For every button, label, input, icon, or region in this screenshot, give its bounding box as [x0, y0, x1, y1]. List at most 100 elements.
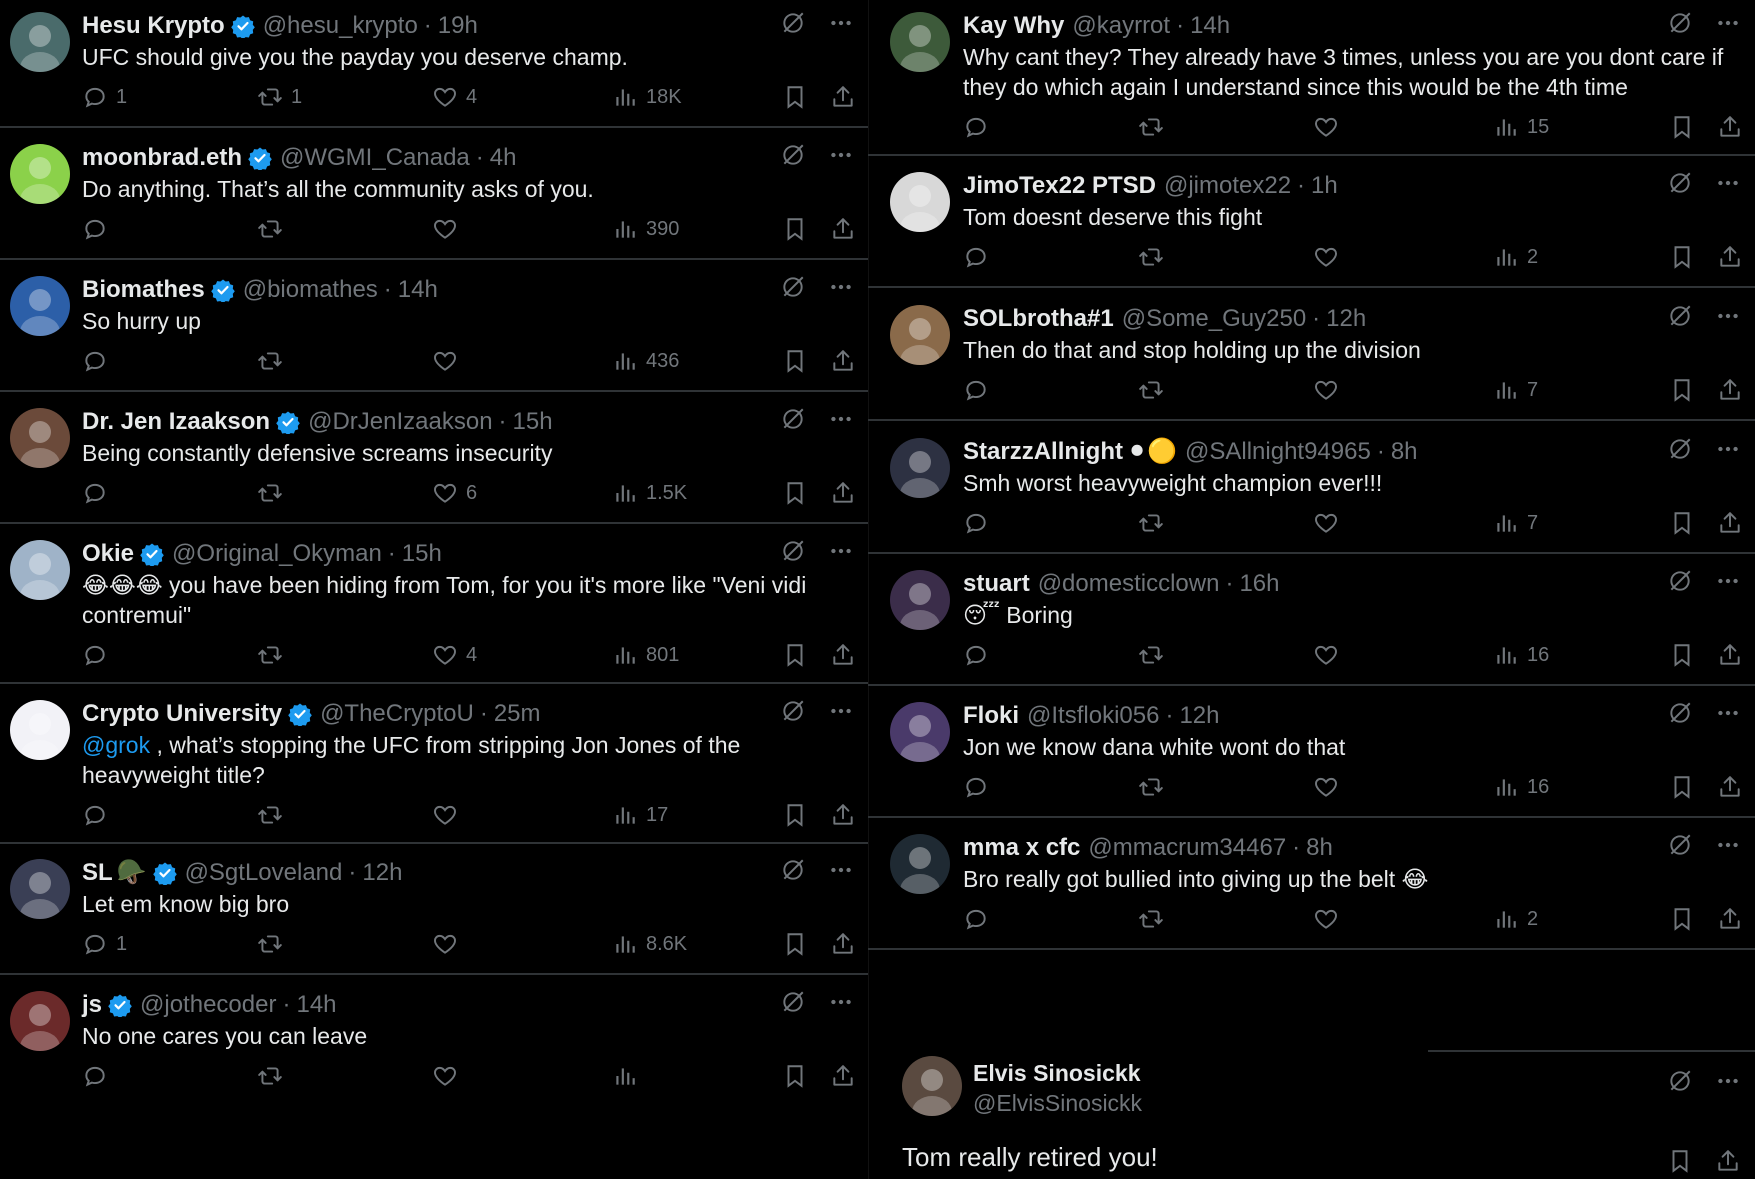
- display-name[interactable]: js: [82, 991, 102, 1019]
- timestamp[interactable]: 15h: [513, 408, 553, 436]
- bookmark-button[interactable]: [782, 348, 808, 374]
- mention-link[interactable]: @grok: [82, 732, 150, 758]
- more-icon[interactable]: [1715, 10, 1741, 36]
- grok-icon[interactable]: [1667, 170, 1693, 196]
- more-icon[interactable]: [828, 406, 854, 432]
- reply-button[interactable]: [963, 114, 997, 140]
- reply-button[interactable]: [82, 480, 116, 506]
- display-name[interactable]: mma x cfc: [963, 834, 1080, 862]
- reply-button[interactable]: [82, 1063, 116, 1089]
- like-button[interactable]: [1313, 774, 1347, 800]
- views-button[interactable]: 7: [1493, 510, 1538, 536]
- reply-button[interactable]: [82, 642, 116, 668]
- display-name[interactable]: Okie: [82, 540, 134, 568]
- share-button[interactable]: [830, 216, 856, 242]
- timestamp[interactable]: 4h: [490, 144, 517, 172]
- user-handle[interactable]: @domesticclown: [1038, 570, 1220, 598]
- user-handle[interactable]: @TheCryptoU: [320, 700, 474, 728]
- repost-button[interactable]: 1: [257, 84, 302, 110]
- more-icon[interactable]: [1715, 170, 1741, 196]
- display-name[interactable]: Crypto University: [82, 700, 282, 728]
- like-button[interactable]: [432, 802, 466, 828]
- like-button[interactable]: 4: [432, 642, 477, 668]
- repost-button[interactable]: [1138, 906, 1172, 932]
- repost-button[interactable]: [257, 348, 291, 374]
- share-button[interactable]: [1717, 244, 1743, 270]
- repost-button[interactable]: [1138, 114, 1172, 140]
- avatar[interactable]: [10, 408, 70, 468]
- more-icon[interactable]: [1715, 568, 1741, 594]
- bookmark-button[interactable]: [1669, 377, 1695, 403]
- views-button[interactable]: 7: [1493, 377, 1538, 403]
- share-button[interactable]: [830, 802, 856, 828]
- like-button[interactable]: [432, 1063, 466, 1089]
- more-icon[interactable]: [828, 10, 854, 36]
- views-button[interactable]: 17: [612, 802, 668, 828]
- more-icon[interactable]: [828, 538, 854, 564]
- bookmark-button[interactable]: [1669, 510, 1695, 536]
- bookmark-button[interactable]: [1667, 1148, 1693, 1174]
- bookmark-button[interactable]: [782, 642, 808, 668]
- avatar[interactable]: [890, 834, 950, 894]
- views-button[interactable]: 8.6K: [612, 931, 687, 957]
- share-button[interactable]: [1717, 114, 1743, 140]
- bookmark-button[interactable]: [782, 802, 808, 828]
- timestamp[interactable]: 8h: [1391, 438, 1418, 466]
- like-button[interactable]: [432, 348, 466, 374]
- reply-tweet[interactable]: Hesu Krypto @hesu_krypto · 19h UFC should gi…: [0, 12, 868, 128]
- like-button[interactable]: 4: [432, 84, 477, 110]
- like-button[interactable]: [432, 216, 466, 242]
- reply-button[interactable]: 1: [82, 84, 127, 110]
- grok-icon[interactable]: [780, 857, 806, 883]
- display-name[interactable]: Kay Why: [963, 12, 1064, 40]
- main-tweet[interactable]: Elvis Sinosickk @ElvisSinosickk Tom really…: [868, 1050, 1755, 1179]
- user-handle[interactable]: @SAllnight94965: [1185, 438, 1371, 466]
- timestamp[interactable]: 12h: [1179, 702, 1219, 730]
- timestamp[interactable]: 14h: [398, 276, 438, 304]
- like-button[interactable]: 6: [432, 480, 477, 506]
- repost-button[interactable]: [1138, 642, 1172, 668]
- repost-button[interactable]: [257, 642, 291, 668]
- bookmark-button[interactable]: [782, 84, 808, 110]
- share-button[interactable]: [1715, 1148, 1741, 1174]
- more-icon[interactable]: [1715, 436, 1741, 462]
- timestamp[interactable]: 14h: [1190, 12, 1230, 40]
- avatar[interactable]: [890, 172, 950, 232]
- share-button[interactable]: [830, 931, 856, 957]
- grok-icon[interactable]: [780, 538, 806, 564]
- grok-icon[interactable]: [780, 698, 806, 724]
- repost-button[interactable]: [257, 216, 291, 242]
- bookmark-button[interactable]: [1669, 906, 1695, 932]
- views-button[interactable]: 801: [612, 642, 679, 668]
- like-button[interactable]: [1313, 114, 1347, 140]
- like-button[interactable]: [1313, 377, 1347, 403]
- reply-tweet[interactable]: js @jothecoder · 14h No one cares you can le…: [0, 991, 868, 1179]
- repost-button[interactable]: [1138, 377, 1172, 403]
- views-button[interactable]: [612, 1063, 646, 1089]
- user-handle[interactable]: @Itsfloki056: [1027, 702, 1159, 730]
- avatar[interactable]: [10, 12, 70, 72]
- display-name[interactable]: stuart: [963, 570, 1030, 598]
- user-handle[interactable]: @jimotex22: [1164, 172, 1291, 200]
- display-name[interactable]: Biomathes: [82, 276, 205, 304]
- user-handle[interactable]: @SgtLoveland: [185, 859, 343, 887]
- reply-button[interactable]: [82, 348, 116, 374]
- grok-icon[interactable]: [780, 142, 806, 168]
- share-button[interactable]: [830, 480, 856, 506]
- reply-tweet[interactable]: StarzzAllnight ⚫🟡 @SAllnight94965 · 8h Smh wo…: [868, 438, 1755, 554]
- avatar[interactable]: [10, 144, 70, 204]
- grok-icon[interactable]: [1667, 568, 1693, 594]
- avatar[interactable]: [10, 991, 70, 1051]
- bookmark-button[interactable]: [782, 480, 808, 506]
- more-icon[interactable]: [1715, 303, 1741, 329]
- grok-icon[interactable]: [780, 406, 806, 432]
- share-button[interactable]: [830, 84, 856, 110]
- bookmark-button[interactable]: [1669, 642, 1695, 668]
- reply-tweet[interactable]: mma x cfc @mmacrum34467 · 8h Bro really got …: [868, 834, 1755, 950]
- user-handle[interactable]: @hesu_krypto: [263, 12, 418, 40]
- display-name[interactable]: Dr. Jen Izaakson: [82, 408, 270, 436]
- timestamp[interactable]: 15h: [402, 540, 442, 568]
- avatar[interactable]: [10, 276, 70, 336]
- avatar[interactable]: [890, 438, 950, 498]
- like-button[interactable]: [1313, 642, 1347, 668]
